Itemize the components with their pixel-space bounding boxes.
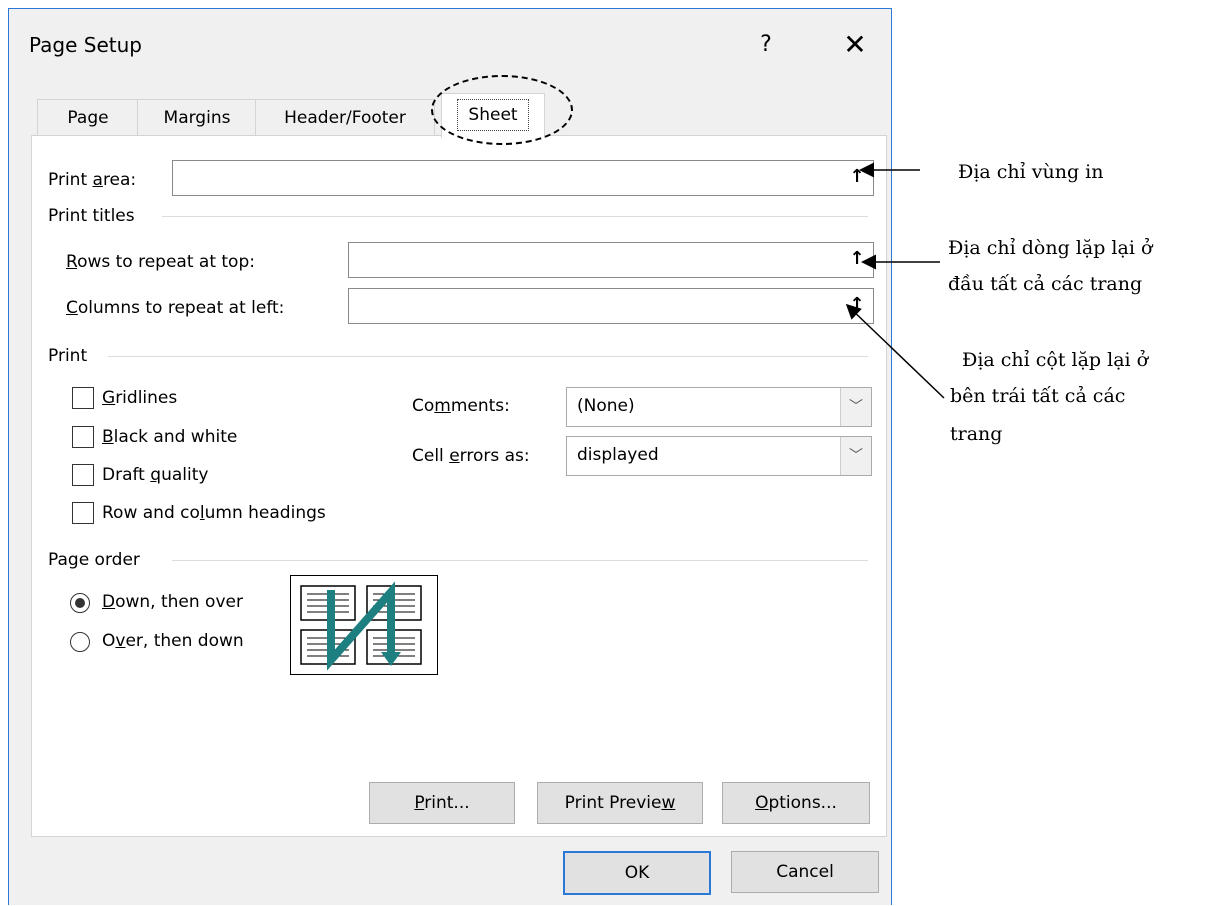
annotation-print-area: Địa chỉ vùng in [958,161,1104,183]
annotation-rows-line2: đầu tất cả các trang [948,273,1143,295]
annotation-arrow [845,303,945,399]
highlight-ellipse [431,75,573,145]
annotation-rows-line1: Địa chỉ dòng lặp lại ở [948,237,1153,259]
annotation-cols-line1: Địa chỉ cột lặp lại ở [962,349,1149,371]
annotation-cols-line3: trang [950,423,1003,445]
annotation-cols-line2: bên trái tất cả các [950,385,1126,407]
annotation-arrows [845,162,945,399]
